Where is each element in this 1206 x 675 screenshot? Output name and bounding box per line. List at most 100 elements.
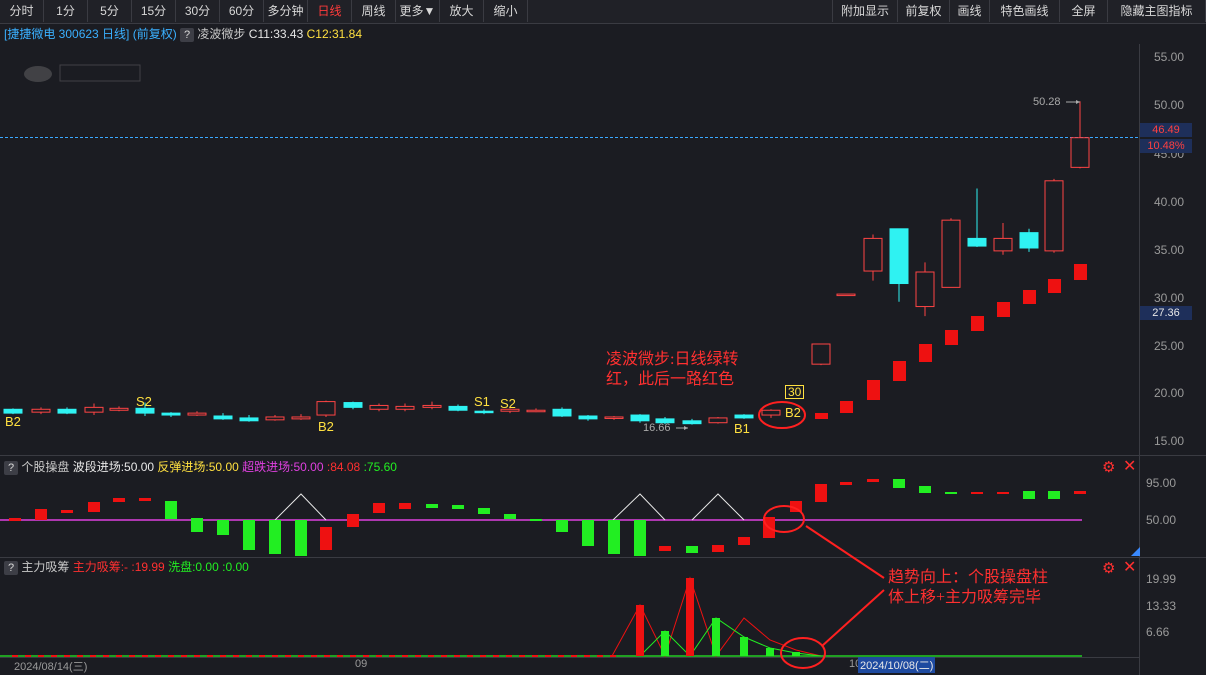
panel2-bar bbox=[269, 520, 281, 554]
panel3-item-2: 洗盘:0.00 bbox=[168, 560, 219, 574]
signal-b1: B1 bbox=[734, 421, 750, 436]
peak-line bbox=[612, 493, 666, 521]
axis-30: 30.00 bbox=[1154, 291, 1185, 305]
candle-body bbox=[369, 404, 389, 410]
candle-body bbox=[967, 237, 987, 247]
panel2-bar bbox=[504, 514, 516, 519]
trend-bar bbox=[1023, 290, 1036, 304]
panel2-bar bbox=[165, 501, 177, 519]
candle-body bbox=[915, 271, 935, 308]
panel2-bar bbox=[373, 503, 385, 513]
candle-body bbox=[239, 417, 259, 422]
candle-body bbox=[604, 416, 624, 419]
panel2-bar bbox=[478, 508, 490, 514]
axis-25: 25.00 bbox=[1154, 339, 1185, 353]
panel3-bar bbox=[740, 637, 748, 656]
candle-body bbox=[161, 412, 181, 416]
annotation-circle-3 bbox=[780, 637, 826, 669]
panel2-bar bbox=[815, 484, 827, 502]
panel2-bar bbox=[738, 537, 750, 545]
panel2-bar bbox=[9, 518, 21, 521]
candle-body bbox=[3, 408, 23, 414]
panel2-axis-50: 50.00 bbox=[1146, 513, 1177, 527]
panel3-axis-1: 19.99 bbox=[1146, 572, 1177, 586]
annotation-2-line2: 体上移+主力吸筹完毕 bbox=[888, 589, 1042, 606]
candle-body bbox=[395, 405, 415, 410]
panel2-title: 个股操盘 bbox=[21, 460, 70, 474]
candle-body bbox=[109, 407, 129, 411]
panel2-bar bbox=[997, 492, 1009, 494]
panel3-settings-icon[interactable]: ⚙ bbox=[1102, 561, 1115, 576]
panel2-bar bbox=[712, 545, 724, 552]
panel2-bar bbox=[582, 520, 594, 546]
panel2-settings-icon[interactable]: ⚙ bbox=[1102, 460, 1115, 475]
panel3-header: ? 主力吸筹 主力吸筹:- :19.99 洗盘:0.00 :0.00 bbox=[4, 558, 249, 576]
panel2-item-2: 反弹进场:50.00 bbox=[157, 460, 239, 474]
candle-body bbox=[57, 408, 77, 414]
candle-body bbox=[31, 408, 51, 413]
panel3-bar bbox=[661, 631, 669, 656]
panel2-bar bbox=[530, 519, 542, 521]
panel2-bar bbox=[893, 479, 905, 488]
panel2-item-5: :75.60 bbox=[363, 460, 397, 474]
annotation-text-1: 凌波微步:日线绿转 红，此后一路红色 bbox=[606, 350, 738, 390]
panel2-bar bbox=[426, 504, 438, 508]
panel2-bar bbox=[295, 520, 307, 556]
candle-body bbox=[291, 416, 311, 420]
date-label-4: 2024/10/08(二) bbox=[858, 657, 936, 673]
panel2-close-icon[interactable]: ✕ bbox=[1123, 459, 1136, 475]
panel2-bar bbox=[113, 498, 125, 502]
trend-bar bbox=[1074, 264, 1087, 280]
candle-body bbox=[941, 219, 961, 288]
candle-body bbox=[811, 343, 831, 365]
candle-body bbox=[448, 405, 468, 411]
panel3-axis-2: 13.33 bbox=[1146, 599, 1177, 613]
panel3-axis-3: 6.66 bbox=[1146, 625, 1170, 639]
panel3-help-icon[interactable]: ? bbox=[4, 561, 18, 575]
panel2-bar bbox=[659, 546, 671, 551]
peak-line bbox=[691, 493, 745, 521]
candle-body bbox=[552, 408, 572, 417]
trend-bar bbox=[945, 330, 958, 345]
candle-body bbox=[1044, 180, 1064, 252]
signal-s1: S1 bbox=[474, 394, 490, 409]
panel2-bar bbox=[61, 510, 73, 513]
panel3-item-1: 主力吸筹:- :19.99 bbox=[72, 560, 165, 574]
panel2-bar bbox=[139, 498, 151, 501]
panel2-bar bbox=[840, 482, 852, 485]
candle-body bbox=[1019, 232, 1039, 249]
candle-body bbox=[836, 293, 856, 297]
panel2-bar bbox=[243, 520, 255, 550]
panel3-bar bbox=[636, 605, 644, 656]
current-price-tag: 46.49 bbox=[1140, 123, 1192, 137]
trend-bar bbox=[997, 302, 1010, 317]
peak-label: 50.28 bbox=[1033, 96, 1061, 108]
panel2-bar bbox=[919, 486, 931, 493]
peak-line bbox=[274, 493, 327, 521]
candle-body bbox=[316, 401, 336, 416]
trend-bar bbox=[893, 361, 906, 381]
panel2-help-icon[interactable]: ? bbox=[4, 461, 18, 475]
date-label-1: 2024/08/14(三) bbox=[14, 661, 88, 673]
panel2-bar bbox=[608, 520, 620, 554]
panel2-bar bbox=[686, 546, 698, 553]
signal-s2-1: S2 bbox=[136, 394, 152, 409]
low-label: 16.66 bbox=[643, 422, 671, 434]
panel3-close-icon[interactable]: ✕ bbox=[1123, 560, 1136, 576]
candle-body bbox=[993, 237, 1013, 252]
axis-15: 15.00 bbox=[1154, 434, 1185, 448]
date-label-2: 09 bbox=[355, 658, 368, 670]
annotation-1-line1: 凌波微步:日线绿转 bbox=[606, 351, 739, 368]
panel2-bar bbox=[1048, 491, 1060, 499]
trend-bar bbox=[840, 401, 853, 413]
candle-body bbox=[761, 409, 781, 416]
panel2-item-1: 波段进场:50.00 bbox=[72, 460, 155, 474]
candle-body bbox=[422, 404, 442, 408]
candle-body bbox=[682, 420, 702, 425]
panel3-bar bbox=[792, 652, 800, 656]
candle-body bbox=[187, 412, 207, 416]
candle-body bbox=[708, 417, 728, 424]
panel3-item-3: :0.00 bbox=[222, 560, 249, 574]
panel2-bar bbox=[88, 502, 100, 512]
panel2-axis-95: 95.00 bbox=[1146, 476, 1177, 490]
